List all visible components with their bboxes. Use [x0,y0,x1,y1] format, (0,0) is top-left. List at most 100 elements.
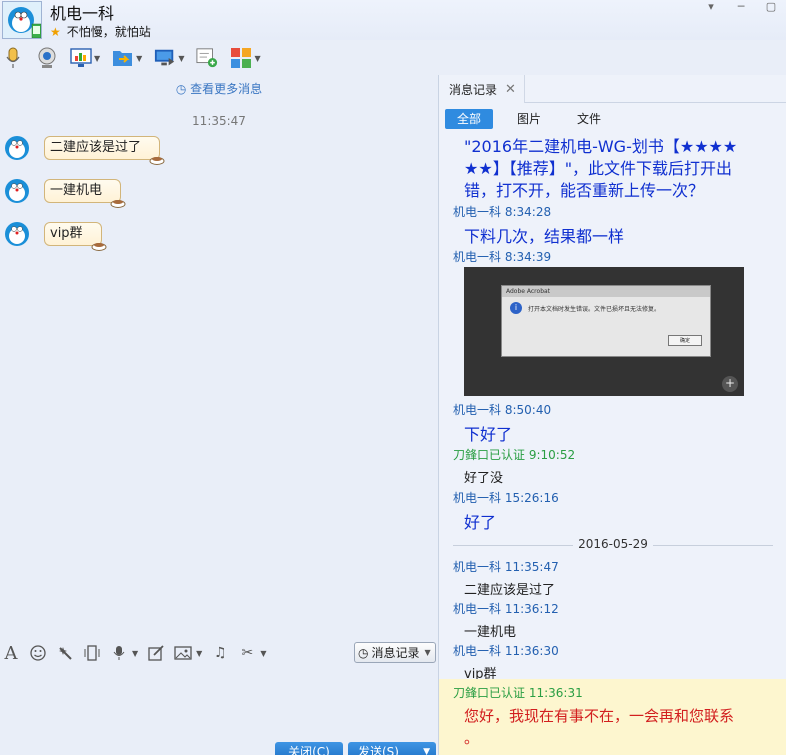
chevron-down-icon[interactable]: ▼ [136,54,142,63]
menu-dropdown-icon[interactable]: ▾ [702,0,720,13]
dialog-ok-button: 确定 [668,335,702,346]
window-controls: ▾ ─ ▢ [702,0,780,13]
contact-signature: ★ 不怕慢，就怕站 [50,23,151,40]
auto-reply-text: 您好，我现在有事不在，一会再和您联系 [464,707,735,725]
chevron-down-icon[interactable]: ▼ [196,649,202,658]
screen-share-icon [154,47,176,69]
clock-icon: ◷ [175,82,187,96]
send-button[interactable]: 发送(S) ▼ [348,742,436,755]
doraemon-avatar-icon[interactable] [2,133,32,163]
chevron-down-icon[interactable]: ▼ [94,54,100,63]
star-icon: ★ [50,24,61,39]
main-toolbar: ▼ ▼ ▼ ▼ [0,42,786,74]
log-message-text: 好了没 [464,471,504,486]
log-message-text: 错，打不开，能否重新上传一次？ [464,181,705,200]
dialog-title: Adobe Acrobat [502,286,710,297]
log-sender-line: 机电一科 11:35:47 [453,560,559,574]
doraemon-avatar-icon[interactable] [2,219,32,249]
tab-divider [525,102,786,103]
message-timestamp: 11:35:47 [192,114,246,128]
tab-message-history[interactable]: 消息记录 ✕ [439,75,525,103]
auto-reply-message: 刀鋒口已认证 11:36:31 您好，我现在有事不在，一会再和您联系 。 [439,679,786,755]
history-log[interactable]: "2016年二建机电-WG-划书【★★★★ ★★】【推荐】"，此文件下载后打开出… [439,131,786,755]
emoji-icon[interactable] [29,644,47,662]
contact-name: 机电一科 [50,4,115,23]
chat-message-area[interactable]: ◷ 查看更多消息 11:35:47 二建应该是过了 一建机电 vip群 [0,75,438,638]
history-panel: 消息记录 ✕ 全部 图片 文件 "2016年二建机电-WG-划书【★★★★ ★★… [438,75,786,755]
chevron-down-icon[interactable]: ▼ [423,742,430,755]
info-icon: i [510,302,522,314]
chevron-down-icon[interactable]: ▼ [260,649,266,658]
log-message-text: 下料几次，结果都一样 [464,227,625,246]
maximize-icon[interactable]: ▢ [762,0,780,13]
message-bubble[interactable]: 二建应该是过了 [44,136,165,165]
create-group-button[interactable] [196,44,218,72]
image-icon[interactable] [174,644,192,662]
log-message-text: 好了 [464,513,497,532]
message-input[interactable] [0,667,438,741]
log-message-text: "2016年二建机电-WG-划书【★★★★ [464,137,738,156]
chat-message: 二建应该是过了 [2,133,165,165]
auto-reply-text: 。 [464,729,480,747]
log-sender-line: 机电一科 8:34:39 [453,250,552,264]
zoom-in-icon[interactable]: + [722,376,738,392]
filter-images[interactable]: 图片 [505,109,553,129]
font-icon[interactable]: A [2,643,20,664]
clock-icon: ◷ [358,645,369,660]
chat-message: 一建机电 [2,176,126,208]
history-filter-bar: 全部 图片 文件 [445,109,625,129]
add-chat-icon [196,47,218,69]
send-file-button[interactable]: ▼ [112,44,142,72]
chevron-down-icon[interactable]: ▼ [132,649,138,658]
remote-desktop-button[interactable]: ▼ [70,44,100,72]
screen-share-button[interactable]: ▼ [154,44,184,72]
message-bubble[interactable]: 一建机电 [44,179,126,208]
voice-message-icon[interactable] [110,644,128,662]
edit-icon[interactable] [147,644,165,662]
more-messages-link[interactable]: ◷ 查看更多消息 [0,80,438,97]
contact-avatar[interactable] [2,1,42,39]
log-message-text: 二建应该是过了 [464,583,556,598]
log-message-text: 一建机电 [464,625,517,640]
date-separator: 2016-05-29 [453,537,773,551]
apps-button[interactable]: ▼ [230,44,261,72]
chevron-down-icon[interactable]: ▼ [254,54,260,63]
log-sender-line: 机电一科 15:26:16 [453,491,559,505]
chevron-down-icon[interactable]: ▼ [178,54,184,63]
coffee-cup-icon [110,200,126,208]
minimize-icon[interactable]: ─ [732,0,750,13]
filter-files[interactable]: 文件 [565,109,613,129]
log-sender-line: 机电一科 8:50:40 [453,403,552,417]
signature-text: 不怕慢，就怕站 [66,25,151,39]
close-button[interactable]: 关闭(C) [275,742,343,755]
chevron-down-icon: ▼ [424,648,431,657]
webcam-icon [36,47,58,69]
microphone-icon [2,47,24,69]
log-image-thumbnail[interactable]: Adobe Acrobat i 打开本文档时发生错误。文件已损坏且无法修复。 确… [464,267,744,396]
coffee-cup-icon [149,157,165,165]
log-sender-line: 刀鋒口已认证 11:36:31 [453,686,583,700]
doraemon-avatar-icon[interactable] [2,176,32,206]
message-history-button[interactable]: ◷ 消息记录 ▼ [354,642,436,663]
send-file-icon [112,47,134,69]
scissors-icon[interactable]: ✂ [238,644,256,662]
log-sender-line: 机电一科 11:36:12 [453,602,559,616]
shake-window-icon[interactable] [83,644,101,662]
log-sender-line: 刀鋒口已认证 9:10:52 [453,448,576,462]
dialog-message: 打开本文档时发生错误。文件已损坏且无法修复。 [528,306,661,313]
log-message-text: 下好了 [464,425,513,444]
music-note-icon[interactable]: ♫ [211,644,229,662]
voice-call-button[interactable] [2,44,24,72]
message-bubble[interactable]: vip群 [44,222,107,251]
close-icon[interactable]: ✕ [505,82,516,97]
filter-all[interactable]: 全部 [445,109,494,129]
log-sender-line: 机电一科 11:36:30 [453,644,559,658]
log-sender-line: 机电一科 8:34:28 [453,205,552,219]
chat-message: vip群 [2,219,107,251]
error-dialog-image: Adobe Acrobat i 打开本文档时发生错误。文件已损坏且无法修复。 确… [501,285,711,357]
coffee-cup-icon [91,243,107,251]
monitor-chart-icon [70,47,92,69]
video-call-button[interactable] [36,44,58,72]
magic-wand-icon[interactable] [56,644,74,662]
window-header: 机电一科 ★ 不怕慢，就怕站 ▾ ─ ▢ [0,0,786,40]
